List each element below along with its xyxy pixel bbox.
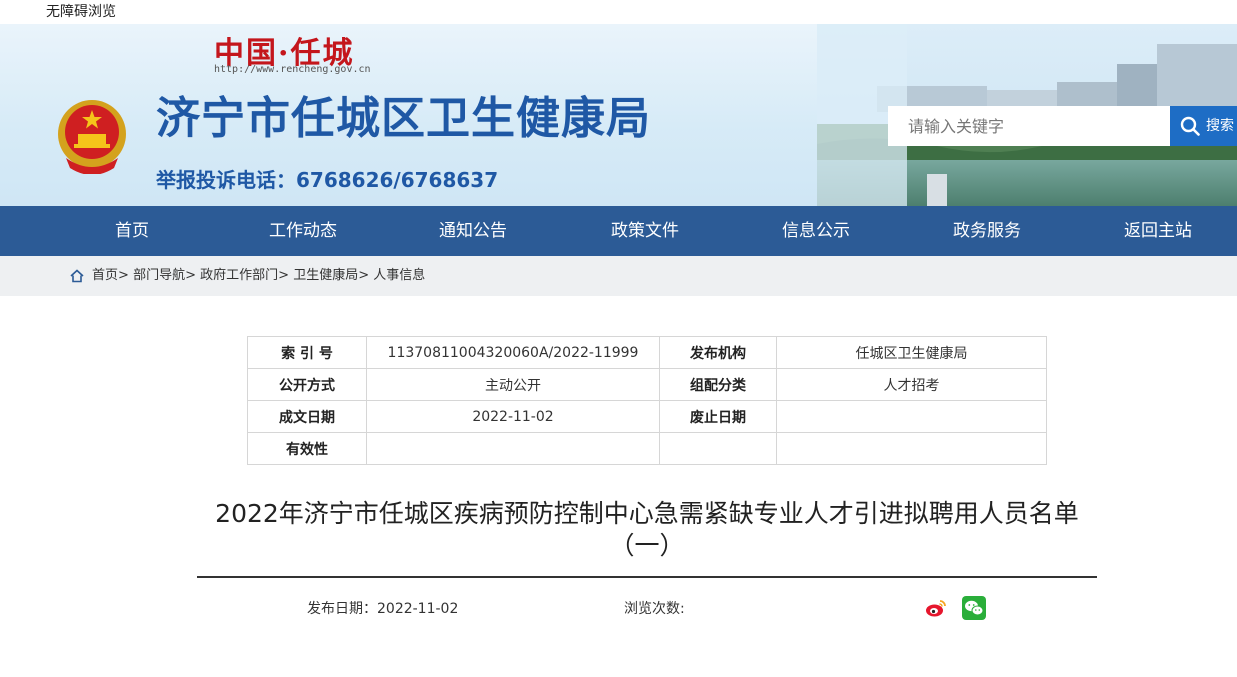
nav-item-info-public[interactable]: 信息公示 bbox=[746, 206, 886, 256]
table-row: 成文日期 2022-11-02 废止日期 bbox=[247, 400, 1047, 433]
meta-value bbox=[776, 400, 1047, 433]
nav-item-work-news[interactable]: 工作动态 bbox=[233, 206, 373, 256]
nav-item-notices[interactable]: 通知公告 bbox=[403, 206, 543, 256]
view-count-label: 浏览次数: bbox=[624, 601, 685, 617]
breadcrumb-health-bureau[interactable]: 卫生健康局 bbox=[293, 268, 358, 283]
article-title-line2: （一） bbox=[609, 531, 685, 560]
meta-value bbox=[776, 432, 1047, 465]
meta-value: 任城区卫生健康局 bbox=[776, 336, 1047, 369]
search-button[interactable]: 搜索 bbox=[1170, 106, 1237, 146]
table-row: 有效性 bbox=[247, 432, 1047, 465]
breadcrumb-home[interactable]: 首页 bbox=[92, 268, 118, 283]
meta-value: 人才招考 bbox=[776, 368, 1047, 401]
site-title: 济宁市任城区卫生健康局 bbox=[156, 93, 651, 144]
search-button-label: 搜索 bbox=[1206, 118, 1234, 134]
breadcrumb-gov-depts[interactable]: 政府工作部门 bbox=[200, 268, 278, 283]
breadcrumb-separator: > bbox=[358, 268, 370, 283]
logo-url: http://www.rencheng.gov.cn bbox=[214, 64, 371, 75]
article-title-line1: 2022年济宁市任城区疾病预防控制中心急需紧缺专业人才引进拟聘用人员名单 bbox=[215, 499, 1079, 528]
document-meta-table: 索 引 号 11370811004320060A/2022-11999 发布机构… bbox=[247, 336, 1047, 465]
article-title: 2022年济宁市任城区疾病预防控制中心急需紧缺专业人才引进拟聘用人员名单 （一） bbox=[197, 498, 1097, 562]
meta-label: 发布机构 bbox=[659, 336, 777, 369]
header-banner: 中国·任城 http://www.rencheng.gov.cn 济宁市任城区卫… bbox=[0, 24, 1237, 206]
meta-value: 主动公开 bbox=[366, 368, 660, 401]
meta-value: 2022-11-02 bbox=[366, 400, 660, 433]
meta-label: 组配分类 bbox=[659, 368, 777, 401]
search-box: 搜索 bbox=[888, 106, 1237, 146]
meta-value bbox=[366, 432, 660, 465]
meta-label: 成文日期 bbox=[247, 400, 367, 433]
weibo-icon[interactable] bbox=[924, 596, 948, 620]
breadcrumb-dept-nav[interactable]: 部门导航 bbox=[133, 268, 185, 283]
national-emblem-icon bbox=[58, 100, 126, 174]
meta-label bbox=[659, 432, 777, 465]
accessibility-link[interactable]: 无障碍浏览 bbox=[46, 0, 116, 24]
meta-label: 索 引 号 bbox=[247, 336, 367, 369]
wechat-icon[interactable] bbox=[962, 596, 986, 620]
breadcrumb-personnel-info[interactable]: 人事信息 bbox=[373, 268, 425, 283]
search-input[interactable] bbox=[888, 106, 1170, 146]
title-divider bbox=[197, 576, 1097, 578]
breadcrumb-separator: > bbox=[118, 268, 129, 283]
nav-item-services[interactable]: 政务服务 bbox=[917, 206, 1057, 256]
meta-label: 公开方式 bbox=[247, 368, 367, 401]
nav-item-home[interactable]: 首页 bbox=[62, 206, 202, 256]
table-row: 公开方式 主动公开 组配分类 人才招考 bbox=[247, 368, 1047, 401]
topbar: 无障碍浏览 bbox=[0, 0, 1237, 24]
breadcrumb-separator: > bbox=[278, 268, 290, 283]
publish-date: 发布日期：2022-11-02 bbox=[307, 601, 459, 617]
breadcrumb: 首页> 部门导航> 政府工作部门> 卫生健康局> 人事信息 bbox=[0, 256, 1237, 296]
main-nav: 首页 工作动态 通知公告 政策文件 信息公示 政务服务 返回主站 bbox=[0, 206, 1237, 256]
meta-label: 废止日期 bbox=[659, 400, 777, 433]
report-hotline: 举报投诉电话：6768626/6768637 bbox=[156, 168, 499, 192]
search-icon bbox=[1180, 116, 1200, 136]
table-row: 索 引 号 11370811004320060A/2022-11999 发布机构… bbox=[247, 336, 1047, 369]
meta-value: 11370811004320060A/2022-11999 bbox=[366, 336, 660, 369]
breadcrumb-separator: > bbox=[185, 268, 196, 283]
nav-item-main-site[interactable]: 返回主站 bbox=[1088, 206, 1228, 256]
nav-item-policies[interactable]: 政策文件 bbox=[575, 206, 715, 256]
home-icon bbox=[70, 269, 84, 283]
meta-label: 有效性 bbox=[247, 432, 367, 465]
